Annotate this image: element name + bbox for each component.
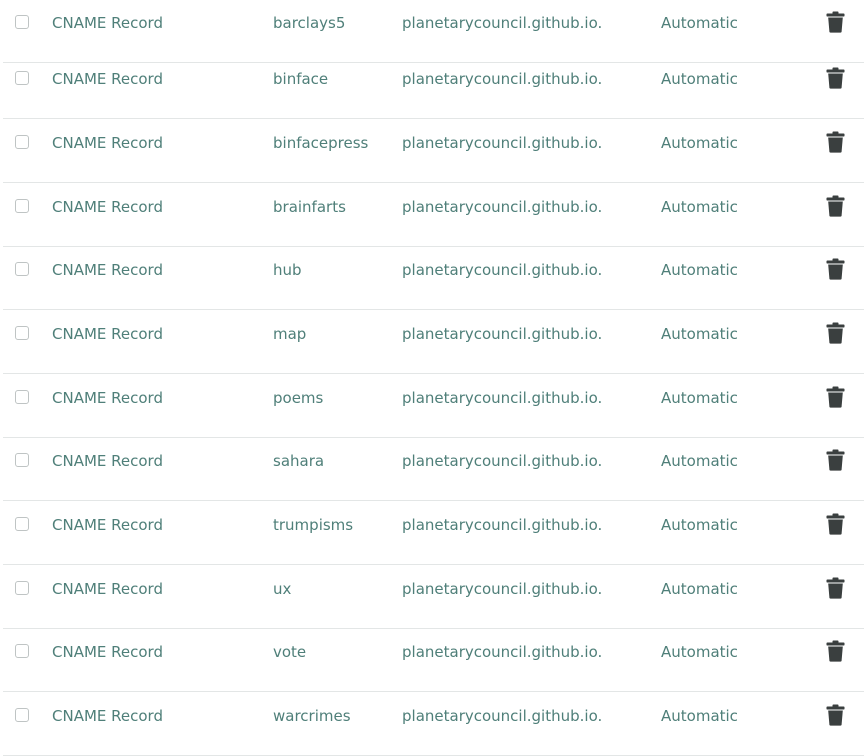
record-name: ux — [273, 580, 292, 598]
record-name: poems — [273, 389, 324, 407]
record-name: barclays5 — [273, 14, 346, 32]
row-divider — [3, 500, 864, 501]
record-type: CNAME Record — [52, 70, 163, 88]
record-content: planetarycouncil.github.io. — [402, 325, 603, 343]
record-name: hub — [273, 261, 302, 279]
row-divider — [3, 309, 864, 310]
table-row: CNAME Record map planetarycouncil.github… — [0, 311, 867, 374]
record-ttl: Automatic — [661, 325, 738, 343]
trash-icon[interactable] — [826, 322, 845, 344]
trash-icon[interactable] — [826, 195, 845, 217]
record-name: trumpisms — [273, 516, 354, 534]
row-select-checkbox[interactable] — [15, 644, 29, 658]
dns-records-table: CNAME Record barclays5 planetarycouncil.… — [0, 0, 867, 756]
row-select-checkbox[interactable] — [15, 517, 29, 531]
table-row: CNAME Record warcrimes planetarycouncil.… — [0, 693, 867, 756]
record-type: CNAME Record — [52, 325, 163, 343]
record-type: CNAME Record — [52, 14, 163, 32]
record-type: CNAME Record — [52, 580, 163, 598]
row-divider — [3, 691, 864, 692]
record-ttl: Automatic — [661, 452, 738, 470]
row-select-checkbox[interactable] — [15, 262, 29, 276]
trash-icon[interactable] — [826, 67, 845, 89]
record-ttl: Automatic — [661, 198, 738, 216]
record-ttl: Automatic — [661, 580, 738, 598]
table-row: CNAME Record brainfarts planetarycouncil… — [0, 184, 867, 247]
record-ttl: Automatic — [661, 389, 738, 407]
row-select-checkbox[interactable] — [15, 199, 29, 213]
record-type: CNAME Record — [52, 452, 163, 470]
table-row: CNAME Record sahara planetarycouncil.git… — [0, 438, 867, 501]
table-row: CNAME Record ux planetarycouncil.github.… — [0, 566, 867, 629]
record-ttl: Automatic — [661, 14, 738, 32]
record-content: planetarycouncil.github.io. — [402, 261, 603, 279]
trash-icon[interactable] — [826, 258, 845, 280]
table-row: CNAME Record binfacepress planetarycounc… — [0, 120, 867, 183]
trash-icon[interactable] — [826, 640, 845, 662]
table-row: CNAME Record trumpisms planetarycouncil.… — [0, 502, 867, 565]
row-select-checkbox[interactable] — [15, 71, 29, 85]
row-select-checkbox[interactable] — [15, 15, 29, 29]
record-name: map — [273, 325, 307, 343]
record-name: warcrimes — [273, 707, 351, 725]
record-content: planetarycouncil.github.io. — [402, 389, 603, 407]
record-name: vote — [273, 643, 307, 661]
row-select-checkbox[interactable] — [15, 390, 29, 404]
row-divider — [3, 373, 864, 374]
record-name: brainfarts — [273, 198, 346, 216]
trash-icon[interactable] — [826, 704, 845, 726]
row-divider — [3, 564, 864, 565]
record-content: planetarycouncil.github.io. — [402, 516, 603, 534]
record-content: planetarycouncil.github.io. — [402, 452, 603, 470]
record-ttl: Automatic — [661, 134, 738, 152]
table-row: CNAME Record barclays5 planetarycouncil.… — [0, 0, 867, 63]
row-select-checkbox[interactable] — [15, 326, 29, 340]
record-ttl: Automatic — [661, 516, 738, 534]
record-ttl: Automatic — [661, 261, 738, 279]
record-name: binface — [273, 70, 329, 88]
trash-icon[interactable] — [826, 449, 845, 471]
record-type: CNAME Record — [52, 389, 163, 407]
record-content: planetarycouncil.github.io. — [402, 707, 603, 725]
row-select-checkbox[interactable] — [15, 135, 29, 149]
record-type: CNAME Record — [52, 198, 163, 216]
record-content: planetarycouncil.github.io. — [402, 643, 603, 661]
record-type: CNAME Record — [52, 516, 163, 534]
record-ttl: Automatic — [661, 643, 738, 661]
trash-icon[interactable] — [826, 131, 845, 153]
table-row: CNAME Record binface planetarycouncil.gi… — [0, 56, 867, 119]
row-divider — [3, 182, 864, 183]
record-name: binfacepress — [273, 134, 369, 152]
record-content: planetarycouncil.github.io. — [402, 580, 603, 598]
trash-icon[interactable] — [826, 386, 845, 408]
trash-icon[interactable] — [826, 11, 845, 33]
row-select-checkbox[interactable] — [15, 581, 29, 595]
record-content: planetarycouncil.github.io. — [402, 198, 603, 216]
record-content: planetarycouncil.github.io. — [402, 134, 603, 152]
row-select-checkbox[interactable] — [15, 708, 29, 722]
row-divider — [3, 118, 864, 119]
record-type: CNAME Record — [52, 134, 163, 152]
record-name: sahara — [273, 452, 325, 470]
row-select-checkbox[interactable] — [15, 453, 29, 467]
table-row: CNAME Record hub planetarycouncil.github… — [0, 247, 867, 310]
record-type: CNAME Record — [52, 707, 163, 725]
trash-icon[interactable] — [826, 577, 845, 599]
record-content: planetarycouncil.github.io. — [402, 14, 603, 32]
table-row: CNAME Record vote planetarycouncil.githu… — [0, 629, 867, 692]
record-ttl: Automatic — [661, 707, 738, 725]
record-ttl: Automatic — [661, 70, 738, 88]
record-type: CNAME Record — [52, 643, 163, 661]
record-content: planetarycouncil.github.io. — [402, 70, 603, 88]
table-row: CNAME Record poems planetarycouncil.gith… — [0, 375, 867, 438]
trash-icon[interactable] — [826, 513, 845, 535]
record-type: CNAME Record — [52, 261, 163, 279]
